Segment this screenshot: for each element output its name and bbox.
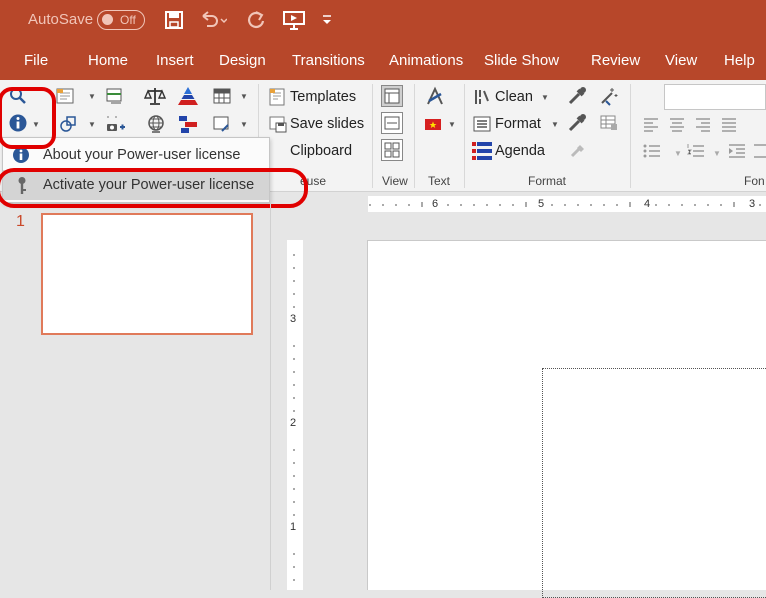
align-right-icon[interactable] [694,116,714,136]
slide-thumbnail[interactable] [41,213,253,335]
ruler-label: 3 [749,198,756,210]
content-placeholder[interactable] [542,368,766,598]
group-separator [630,84,631,188]
justify-icon[interactable] [720,116,740,136]
ruler-label: 6 [432,198,439,210]
eyedropper-fill-icon[interactable] [566,112,586,132]
group-label-format: Format [528,174,567,188]
format-button[interactable]: Format [495,116,541,132]
info-icon [12,146,30,169]
horizontal-ruler[interactable]: 6 5 4 3 [368,196,766,212]
indent-icon[interactable] [727,142,747,162]
annotation-ring [0,87,56,149]
globe-icon[interactable] [146,114,166,134]
tab-home[interactable]: Home [88,52,128,69]
group-separator [464,84,465,188]
tab-review[interactable]: Review [591,52,640,69]
ruler-label: 2 [290,417,297,429]
table-format-icon[interactable] [598,112,618,132]
tab-file[interactable]: File [24,52,48,69]
ruler-label: 5 [538,198,545,210]
chevron-down-icon[interactable]: ▼ [88,92,96,101]
pyramid-icon[interactable] [177,86,198,106]
group-separator [372,84,373,188]
templates-icon[interactable] [268,87,288,107]
tab-view[interactable]: View [665,52,697,69]
font-name-combo[interactable] [664,84,766,110]
clean-icon[interactable] [472,87,492,107]
tab-slide-show[interactable]: Slide Show [484,52,559,69]
autosave-label: AutoSave [28,11,94,28]
slide-sorter-button[interactable] [381,139,403,161]
align-center-icon[interactable] [668,116,688,136]
agenda-icon[interactable] [470,140,492,160]
shapes-icon[interactable] [58,114,78,134]
tab-insert[interactable]: Insert [156,52,194,69]
chevron-down-icon[interactable]: ▼ [674,149,682,158]
save-slides-icon[interactable] [268,114,288,134]
save-slides-button[interactable]: Save slides [290,116,364,132]
bullets-icon[interactable] [642,142,662,162]
chevron-down-icon[interactable]: ▼ [88,120,96,129]
slide-number: 1 [16,213,25,230]
language-flag-icon[interactable] [424,114,444,134]
slideshow-from-start-icon[interactable] [282,9,306,31]
title-bar: AutoSave Off [0,0,766,40]
chevron-down-icon[interactable]: ▼ [448,120,456,129]
numbering-icon[interactable] [686,142,706,162]
undo-icon[interactable] [199,9,227,31]
ruler-label: 1 [290,521,297,533]
menu-item-label: About your Power-user license [43,147,241,163]
format-icon[interactable] [472,114,492,134]
align-left-icon[interactable] [642,116,662,136]
tab-help[interactable]: Help [724,52,755,69]
chevron-down-icon[interactable]: ▼ [541,93,549,102]
clipboard-button[interactable]: Clipboard [290,143,352,159]
normal-view-button[interactable] [381,85,403,107]
magic-format-icon[interactable] [598,85,618,106]
ruler-label: 4 [644,198,651,210]
autosave-toggle[interactable]: Off [97,10,145,30]
agenda-button[interactable]: Agenda [495,143,545,159]
customize-qat-icon[interactable] [320,9,334,31]
tab-design[interactable]: Design [219,52,266,69]
vertical-ruler[interactable]: 3 2 1 [287,240,303,590]
scales-icon[interactable] [143,86,167,106]
pane-divider[interactable] [270,192,271,590]
templates-button[interactable]: Templates [290,89,356,105]
group-separator [414,84,415,188]
tab-transitions[interactable]: Transitions [292,52,365,69]
layout-icon[interactable] [104,86,124,106]
autosave-state: Off [120,13,136,27]
save-icon[interactable] [163,9,185,31]
redo-icon[interactable] [245,9,267,31]
chevron-down-icon[interactable]: ▼ [240,92,248,101]
picture-icon[interactable] [212,114,232,134]
picture-add-icon[interactable] [104,114,125,134]
toggle-knob [102,14,113,25]
outdent-icon[interactable] [752,142,766,162]
outline-view-button[interactable] [381,112,403,134]
annotation-ring [0,168,308,208]
chevron-down-icon[interactable]: ▼ [240,120,248,129]
tab-animations[interactable]: Animations [389,52,463,69]
table-icon[interactable] [212,86,232,106]
group-label-view: View [382,174,408,188]
ribbon-tab-bar: File Home Insert Design Transitions Anim… [0,40,766,80]
group-label-font: Fon [744,174,765,188]
text-box-icon[interactable] [55,86,75,106]
text-style-icon[interactable] [424,86,444,106]
eyedropper-icon[interactable] [566,85,586,105]
chevron-down-icon[interactable]: ▼ [551,120,559,129]
ruler-label: 3 [290,313,297,325]
group-label-text: Text [428,174,451,188]
clean-button[interactable]: Clean [495,89,533,105]
brush-icon[interactable] [566,140,586,160]
flag-icon[interactable] [177,114,197,134]
chevron-down-icon[interactable]: ▼ [713,149,721,158]
